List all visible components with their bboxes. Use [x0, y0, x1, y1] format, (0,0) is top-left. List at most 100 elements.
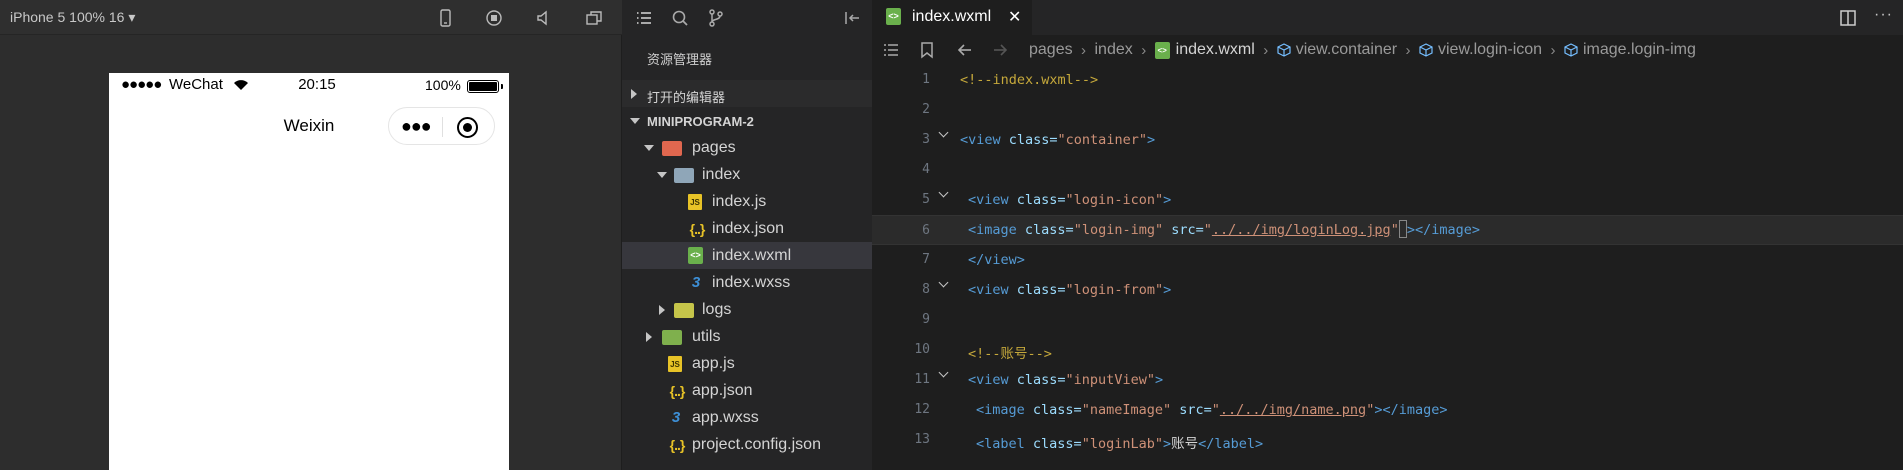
- breadcrumb-separator: ›: [1081, 41, 1087, 59]
- bookmark-icon[interactable]: [917, 40, 937, 60]
- code-token: "loginLab": [1081, 436, 1163, 452]
- code-comment: <!--账号-->: [968, 346, 1052, 362]
- breadcrumb-separator: ›: [1263, 41, 1269, 59]
- element-cube-icon: [1564, 43, 1578, 57]
- code-token: ></image>: [1406, 222, 1480, 238]
- code-link[interactable]: ../../img/name.png: [1220, 402, 1366, 418]
- wxml-file-icon: <>: [886, 8, 901, 25]
- code-line: 11 <view class="inputView">: [872, 365, 1903, 395]
- code-line: 5 <view class="login-icon">: [872, 185, 1903, 215]
- more-actions-icon[interactable]: ···: [1874, 6, 1893, 24]
- code-line: 13 <label class="loginLab">账号</label>: [872, 425, 1903, 455]
- detach-window-icon[interactable]: [584, 8, 604, 28]
- code-editor[interactable]: 1 <!--index.wxml--> 2 3 <view class="con…: [872, 65, 1903, 470]
- chevron-right-icon: [659, 305, 665, 315]
- code-token: class=: [1008, 372, 1066, 388]
- code-line: 4: [872, 155, 1903, 185]
- breadcrumb-item[interactable]: view.container: [1296, 41, 1397, 59]
- code-text: <label class="loginLab">账号</label>: [976, 432, 1263, 452]
- element-cube-icon: [1419, 43, 1433, 57]
- tree-folder-pages[interactable]: pages: [622, 134, 872, 161]
- tree-folder-logs[interactable]: logs: [622, 296, 872, 323]
- tree-file-project-config[interactable]: {..} project.config.json: [622, 431, 872, 458]
- section-label: MINIPROGRAM-2: [647, 114, 754, 129]
- breadcrumb-separator: ›: [1141, 41, 1147, 59]
- breadcrumb-item[interactable]: pages: [1029, 41, 1073, 59]
- code-comment: <!--index.wxml-->: [960, 72, 1099, 88]
- tree-file-app-wxss[interactable]: 3 app.wxss: [622, 404, 872, 431]
- explorer-pane: 资源管理器 打开的编辑器 MINIPROGRAM-2 pages index J…: [622, 0, 872, 470]
- code-line: 12 <image class="nameImage" src="../../i…: [872, 395, 1903, 425]
- record-icon[interactable]: [484, 8, 504, 28]
- folder-icon: [662, 330, 682, 345]
- capsule-button: ●●●: [388, 107, 495, 145]
- chevron-right-icon: [631, 89, 637, 99]
- source-control-icon[interactable]: [706, 8, 726, 28]
- code-token: class=: [1016, 222, 1074, 238]
- code-token: >: [1154, 372, 1164, 388]
- fold-chevron-icon[interactable]: [939, 279, 949, 289]
- collapse-panel-icon[interactable]: [842, 8, 862, 28]
- battery-icon: [467, 80, 503, 93]
- fold-chevron-icon[interactable]: [939, 369, 949, 379]
- project-section[interactable]: MINIPROGRAM-2: [622, 107, 872, 134]
- code-token: >: [1163, 192, 1172, 208]
- editor-pane: <> index.wxml ✕ ··· pages › index › <> in…: [872, 0, 1903, 470]
- code-text: <view class="inputView">: [968, 372, 1163, 388]
- code-token: <view: [968, 192, 1009, 208]
- split-editor-icon[interactable]: [1838, 8, 1858, 28]
- list-icon[interactable]: [634, 8, 654, 28]
- breadcrumb-item[interactable]: index.wxml: [1176, 41, 1255, 59]
- breadcrumb-separator: ›: [1550, 41, 1556, 59]
- breadcrumb-item[interactable]: view.login-icon: [1438, 41, 1542, 59]
- code-token: ></image>: [1374, 402, 1448, 418]
- fold-chevron-icon[interactable]: [939, 189, 949, 199]
- folder-icon: [674, 303, 694, 318]
- breadcrumb-item[interactable]: image.login-img: [1583, 41, 1696, 59]
- line-number: 3: [922, 132, 930, 147]
- code-token: >: [1146, 132, 1156, 148]
- line-number: 5: [922, 192, 930, 207]
- folder-open-icon: [674, 168, 694, 183]
- fold-chevron-icon[interactable]: [939, 129, 949, 139]
- code-line: 2: [872, 95, 1903, 125]
- phone-icon[interactable]: [435, 8, 455, 28]
- tree-file-index-json[interactable]: {..} index.json: [622, 215, 872, 242]
- tree-file-index-js[interactable]: JS index.js: [622, 188, 872, 215]
- speaker-icon[interactable]: [534, 8, 554, 28]
- outline-list-icon[interactable]: [881, 40, 901, 60]
- line-number: 4: [922, 162, 930, 177]
- code-token: "nameImage": [1081, 402, 1172, 418]
- code-link[interactable]: ../../img/loginLog.jpg: [1212, 222, 1391, 238]
- search-icon[interactable]: [670, 8, 690, 28]
- code-text: <image class="nameImage" src="../../img/…: [976, 402, 1447, 418]
- breadcrumb-separator: ›: [1405, 41, 1411, 59]
- chevron-down-icon: [657, 172, 667, 178]
- breadcrumb-bar: pages › index › <> index.wxml › view.cont…: [872, 35, 1903, 65]
- open-editors-section[interactable]: 打开的编辑器: [622, 80, 872, 107]
- code-line: 7 </view>: [872, 245, 1903, 275]
- breadcrumb-item[interactable]: index: [1095, 41, 1133, 59]
- code-text: <view class="login-icon">: [968, 192, 1171, 208]
- phone-screen: ●●●●● WeChat 20:15 100% Weixin ●●●: [109, 73, 509, 470]
- code-token: "login-img": [1073, 222, 1164, 238]
- tree-file-app-js[interactable]: JS app.js: [622, 350, 872, 377]
- back-arrow-icon[interactable]: [955, 40, 975, 60]
- code-line: 1 <!--index.wxml-->: [872, 65, 1903, 95]
- capsule-close-icon[interactable]: [457, 117, 478, 138]
- tree-file-app-json[interactable]: {..} app.json: [622, 377, 872, 404]
- tree-folder-utils[interactable]: utils: [622, 323, 872, 350]
- tree-file-index-wxss[interactable]: 3 index.wxss: [622, 269, 872, 296]
- code-token: src=: [1171, 402, 1212, 418]
- device-select[interactable]: iPhone 5 100% 16 ▾: [10, 9, 135, 26]
- capsule-menu-button[interactable]: ●●●: [401, 117, 432, 135]
- code-line: 8 <view class="login-from">: [872, 275, 1903, 305]
- tree-file-index-wxml[interactable]: <> index.wxml: [622, 242, 872, 269]
- close-icon[interactable]: ✕: [1008, 7, 1021, 27]
- tree-label: index.json: [712, 220, 785, 237]
- tree-label: index.wxss: [712, 274, 791, 291]
- forward-arrow-icon[interactable]: [990, 40, 1010, 60]
- tree-label: project.config.json: [692, 436, 821, 453]
- tree-folder-index[interactable]: index: [622, 161, 872, 188]
- tab-index-wxml[interactable]: <> index.wxml ✕: [872, 0, 1032, 35]
